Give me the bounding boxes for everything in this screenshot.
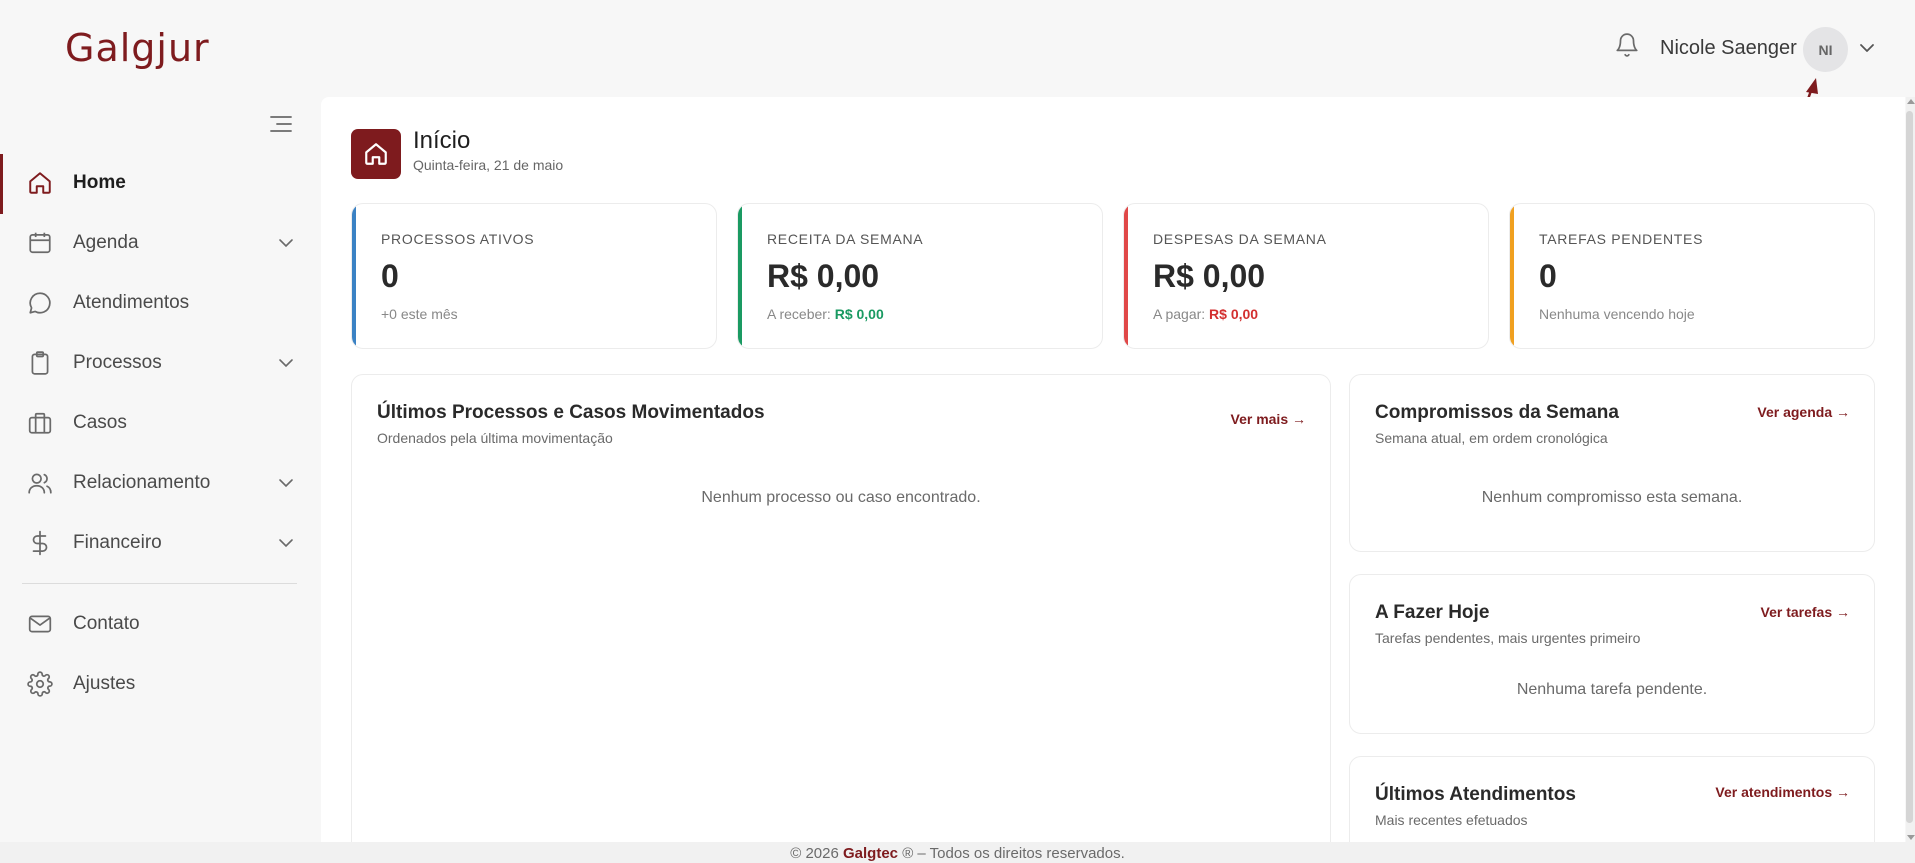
app-logo[interactable]: Galgjur	[65, 26, 210, 70]
card-subtitle: Mais recentes efetuados	[1375, 812, 1528, 828]
menu-toggle-icon[interactable]	[268, 113, 294, 135]
sidebar-item-financeiro[interactable]: Financeiro	[0, 514, 320, 572]
sidebar-item-label: Casos	[73, 412, 127, 433]
sidebar-item-ajustes[interactable]: Ajustes	[0, 655, 320, 713]
stat-card-tarefas-pendentes[interactable]: TAREFAS PENDENTES 0 Nenhuma vencendo hoj…	[1509, 203, 1875, 349]
calendar-icon	[29, 232, 51, 254]
sidebar-item-home[interactable]: Home	[0, 154, 320, 214]
card-title: Últimos Atendimentos	[1375, 784, 1576, 805]
empty-state-text: Nenhum processo ou caso encontrado.	[701, 489, 981, 506]
user-avatar[interactable]: NI	[1803, 27, 1848, 72]
mail-icon	[28, 615, 52, 633]
stat-label: TAREFAS PENDENTES	[1539, 231, 1704, 247]
card-compromissos-semana: Compromissos da Semana Semana atual, em …	[1349, 374, 1875, 552]
stat-card-processos-ativos[interactable]: PROCESSOS ATIVOS 0 +0 este mês	[351, 203, 717, 349]
ver-tarefas-link[interactable]: Ver tarefas →	[1761, 604, 1851, 620]
sidebar-item-agenda[interactable]: Agenda	[0, 214, 320, 272]
stat-value: R$ 0,00	[767, 258, 880, 294]
page-subtitle: Quinta-feira, 21 de maio	[413, 157, 564, 173]
ver-mais-link[interactable]: Ver mais →	[1231, 411, 1307, 427]
chevron-down-icon	[279, 359, 293, 368]
stat-card-despesas-semana[interactable]: DESPESAS DA SEMANA R$ 0,00 A pagar: R$ 0…	[1123, 203, 1489, 349]
sidebar-item-label: Ajustes	[73, 673, 136, 694]
stat-accent-bar	[1124, 204, 1128, 348]
stat-subtext: Nenhuma vencendo hoje	[1539, 306, 1695, 322]
notification-bell-icon[interactable]	[1614, 31, 1640, 59]
empty-state-text: Nenhuma tarefa pendente.	[1516, 681, 1708, 698]
stat-subtext-amount: R$ 0,00	[1209, 306, 1259, 322]
card-title: Últimos Processos e Casos Movimentados	[377, 402, 765, 423]
sidebar-item-atendimentos[interactable]: Atendimentos	[0, 274, 320, 332]
scroll-down-arrow-icon[interactable]	[1907, 835, 1915, 840]
stat-value: R$ 0,00	[1153, 258, 1266, 294]
stat-label: DESPESAS DA SEMANA	[1153, 231, 1327, 247]
dollar-icon	[32, 530, 48, 556]
ver-atendimentos-link[interactable]: Ver atendimentos →	[1715, 784, 1850, 800]
sidebar-item-label: Processos	[73, 352, 162, 373]
sidebar-item-label: Agenda	[73, 232, 139, 253]
stat-accent-bar	[1510, 204, 1514, 348]
stat-subtext: A pagar: R$ 0,00	[1153, 306, 1258, 322]
clipboard-icon	[31, 351, 49, 375]
stat-subtext: A receber: R$ 0,00	[767, 306, 884, 322]
home-icon	[365, 143, 387, 165]
sidebar-item-relacionamento[interactable]: Relacionamento	[0, 454, 320, 512]
top-bar: Galgjur Nicole Saenger NI	[0, 0, 1915, 97]
page-header-icon	[351, 129, 401, 179]
empty-state-text: Nenhum compromisso esta semana.	[1481, 489, 1743, 506]
stat-label: RECEITA DA SEMANA	[767, 231, 924, 247]
stat-accent-bar	[738, 204, 742, 348]
user-name[interactable]: Nicole Saenger	[1660, 37, 1797, 60]
sidebar-item-label: Contato	[73, 613, 140, 634]
stat-value: 0	[381, 258, 399, 294]
card-subtitle: Semana atual, em ordem cronológica	[1375, 430, 1608, 446]
sidebar-item-contato[interactable]: Contato	[0, 595, 320, 653]
card-title: Compromissos da Semana	[1375, 402, 1619, 423]
card-subtitle: Ordenados pela última movimentação	[377, 430, 613, 446]
stat-subtext: +0 este mês	[381, 306, 458, 322]
footer: © 2026 Galgtec ® – Todos os direitos res…	[0, 842, 1915, 863]
stat-subtext-prefix: A pagar:	[1153, 306, 1206, 322]
sidebar-item-label: Atendimentos	[73, 292, 190, 313]
home-icon	[29, 172, 51, 194]
page-title: Início	[413, 127, 471, 154]
sidebar-item-label: Relacionamento	[73, 472, 211, 493]
sidebar-item-casos[interactable]: Casos	[0, 394, 320, 452]
chevron-down-icon	[279, 479, 293, 488]
footer-copyright: © 2026	[790, 845, 839, 862]
ver-agenda-link[interactable]: Ver agenda →	[1757, 404, 1850, 420]
card-a-fazer-hoje: A Fazer Hoje Tarefas pendentes, mais urg…	[1349, 574, 1875, 734]
stat-label: PROCESSOS ATIVOS	[381, 231, 535, 247]
users-icon	[28, 473, 52, 494]
stat-value: 0	[1539, 258, 1557, 294]
footer-brand-link[interactable]: Galgtec	[843, 845, 898, 862]
chevron-down-icon	[279, 239, 293, 248]
chevron-down-icon[interactable]	[1857, 40, 1877, 56]
footer-rights: ® – Todos os direitos reservados.	[902, 845, 1125, 862]
stat-card-receita-semana[interactable]: RECEITA DA SEMANA R$ 0,00 A receber: R$ …	[737, 203, 1103, 349]
sidebar-item-processos[interactable]: Processos	[0, 334, 320, 392]
sidebar-divider	[22, 583, 297, 584]
stat-accent-bar	[352, 204, 356, 348]
card-title: A Fazer Hoje	[1375, 602, 1490, 623]
sidebar-item-label: Home	[73, 172, 126, 193]
stat-subtext-prefix: A receber:	[767, 306, 831, 322]
main-content: Início Quinta-feira, 21 de maio PROCESSO…	[321, 97, 1905, 863]
card-subtitle: Tarefas pendentes, mais urgentes primeir…	[1375, 630, 1641, 646]
sidebar: Home Agenda Atendimentos Processos Casos…	[0, 97, 320, 842]
page-scrollbar[interactable]	[1906, 97, 1915, 842]
briefcase-icon	[28, 412, 52, 434]
stat-subtext-amount: R$ 0,00	[834, 306, 884, 322]
sidebar-item-label: Financeiro	[73, 532, 162, 553]
scrollbar-thumb[interactable]	[1906, 111, 1913, 823]
scroll-up-arrow-icon[interactable]	[1907, 99, 1915, 104]
card-ultimos-processos: Últimos Processos e Casos Movimentados O…	[351, 374, 1331, 854]
chat-bubble-icon	[29, 292, 51, 314]
chevron-down-icon	[279, 539, 293, 548]
gear-icon	[27, 671, 53, 697]
